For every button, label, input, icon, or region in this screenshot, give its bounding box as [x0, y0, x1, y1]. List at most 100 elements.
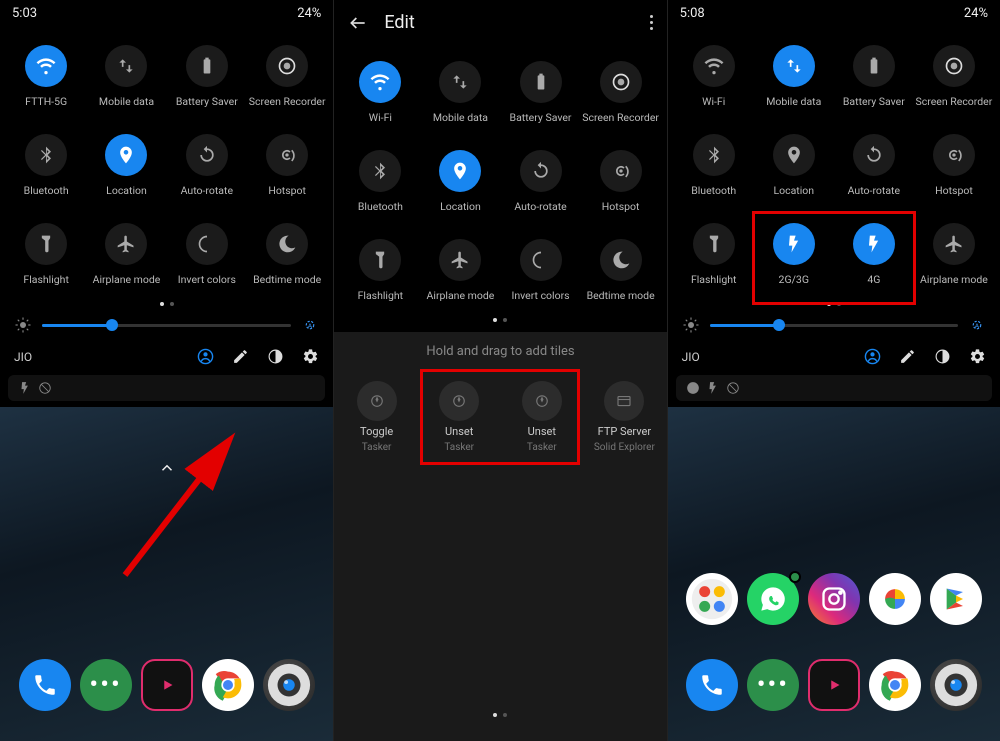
hotspot-icon	[933, 134, 975, 176]
app-phone[interactable]	[19, 659, 71, 711]
brightness-low-icon	[14, 316, 32, 334]
qs-tile-record[interactable]: Screen Recorder	[247, 45, 327, 108]
brightness-track[interactable]	[42, 324, 291, 327]
back-arrow-icon[interactable]	[348, 13, 368, 33]
qs-tile-label: Invert colors	[511, 289, 569, 302]
app-chrome[interactable]	[202, 659, 254, 711]
settings-gear-icon[interactable]	[302, 348, 319, 365]
theme-icon[interactable]	[934, 348, 951, 365]
qs-tile-battery[interactable]: Battery Saver	[500, 61, 580, 124]
app-messages[interactable]: •••	[747, 659, 799, 711]
add-tile-toggle[interactable]: ToggleTasker	[340, 375, 413, 459]
tasker-icon	[439, 381, 479, 421]
qs-tile-battery[interactable]: Battery Saver	[834, 45, 914, 108]
app-camera[interactable]	[263, 659, 315, 711]
qs-tile-data[interactable]: Mobile data	[754, 45, 834, 108]
user-switch-icon[interactable]	[197, 348, 214, 365]
qs-tile-data[interactable]: Mobile data	[86, 45, 166, 108]
status-bar: 5:03 24%	[0, 0, 333, 25]
qs-tile-label: Auto-rotate	[848, 184, 900, 197]
brightness-auto-icon[interactable]: A	[301, 316, 319, 334]
brightness-slider[interactable]: A	[0, 316, 333, 344]
settings-gear-icon[interactable]	[969, 348, 986, 365]
qs-tile-airplane[interactable]: Airplane mode	[420, 239, 500, 302]
brightness-auto-icon[interactable]: A	[968, 316, 986, 334]
qs-tile-airplane[interactable]: Airplane mode	[86, 223, 166, 286]
notification-strip[interactable]	[676, 375, 992, 401]
app-google-folder[interactable]	[686, 573, 738, 625]
qs-tile-bedtime[interactable]: Bedtime mode	[581, 239, 661, 302]
qs-tile-bolt[interactable]: 2G/3G	[754, 223, 834, 286]
tasker-icon	[357, 381, 397, 421]
qs-tile-location[interactable]: Location	[86, 134, 166, 197]
qs-tile-location[interactable]: Location	[754, 134, 834, 197]
qs-tile-bluetooth[interactable]: Bluetooth	[674, 134, 754, 197]
app-youtube[interactable]	[141, 659, 193, 711]
app-whatsapp[interactable]	[747, 573, 799, 625]
qs-tile-label: Auto-rotate	[181, 184, 233, 197]
qs-tile-hotspot[interactable]: Hotspot	[914, 134, 994, 197]
qs-tile-record[interactable]: Screen Recorder	[914, 45, 994, 108]
qs-tile-label: Airplane mode	[920, 273, 988, 286]
qs-tile-invert[interactable]: Invert colors	[167, 223, 247, 286]
app-photos[interactable]	[869, 573, 921, 625]
qs-tile-rotate[interactable]: Auto-rotate	[834, 134, 914, 197]
panel-quicksettings-2: 5:08 24% Wi-FiMobile dataBattery SaverSc…	[667, 0, 1000, 741]
record-icon	[266, 45, 308, 87]
app-chrome[interactable]	[869, 659, 921, 711]
app-camera[interactable]	[930, 659, 982, 711]
theme-icon[interactable]	[267, 348, 284, 365]
overflow-menu-icon[interactable]	[650, 15, 653, 30]
add-tile-sublabel: Solid Explorer	[594, 442, 655, 453]
chevron-up-icon[interactable]	[158, 459, 176, 477]
bedtime-icon	[600, 239, 642, 281]
app-phone[interactable]	[686, 659, 738, 711]
qs-tile-bluetooth[interactable]: Bluetooth	[6, 134, 86, 197]
home-launcher[interactable]: •••	[668, 407, 1000, 741]
brightness-slider[interactable]: A	[668, 316, 1000, 344]
qs-tile-flashlight[interactable]: Flashlight	[340, 239, 420, 302]
app-dock: •••	[0, 659, 333, 711]
app-youtube[interactable]	[808, 659, 860, 711]
home-launcher[interactable]: •••	[0, 407, 333, 741]
edit-pencil-icon[interactable]	[232, 348, 249, 365]
qs-tile-hotspot[interactable]: Hotspot	[581, 150, 661, 213]
battery-icon	[853, 45, 895, 87]
edit-pencil-icon[interactable]	[899, 348, 916, 365]
brightness-track[interactable]	[710, 324, 958, 327]
qs-tile-invert[interactable]: Invert colors	[500, 239, 580, 302]
qs-tile-bluetooth[interactable]: Bluetooth	[340, 150, 420, 213]
qs-tile-record[interactable]: Screen Recorder	[581, 61, 661, 124]
qs-tile-battery[interactable]: Battery Saver	[167, 45, 247, 108]
qs-tile-airplane[interactable]: Airplane mode	[914, 223, 994, 286]
data-icon	[773, 45, 815, 87]
add-tile-sublabel: Tasker	[362, 442, 392, 453]
qs-tile-bolt[interactable]: 4G	[834, 223, 914, 286]
add-tile-unset[interactable]: UnsetTasker	[423, 375, 496, 459]
qs-tile-label: FTTH-5G	[25, 95, 67, 108]
add-tile-unset[interactable]: UnsetTasker	[505, 375, 578, 459]
qs-tile-label: Location	[773, 184, 814, 197]
qs-tile-wifi[interactable]: Wi-Fi	[674, 45, 754, 108]
invert-icon	[186, 223, 228, 265]
qs-tile-label: Wi-Fi	[702, 95, 725, 108]
qs-tile-data[interactable]: Mobile data	[420, 61, 500, 124]
qs-tile-hotspot[interactable]: Hotspot	[247, 134, 327, 197]
qs-tile-wifi[interactable]: Wi-Fi	[340, 61, 420, 124]
qs-tile-label: 4G	[867, 273, 880, 286]
app-messages[interactable]: •••	[80, 659, 132, 711]
app-dock: •••	[668, 659, 1000, 711]
qs-tile-flashlight[interactable]: Flashlight	[6, 223, 86, 286]
qs-tile-wifi[interactable]: FTTH-5G	[6, 45, 86, 108]
app-instagram[interactable]	[808, 573, 860, 625]
qs-tile-flashlight[interactable]: Flashlight	[674, 223, 754, 286]
qs-tile-location[interactable]: Location	[420, 150, 500, 213]
qs-tile-rotate[interactable]: Auto-rotate	[500, 150, 580, 213]
qs-tile-bedtime[interactable]: Bedtime mode	[247, 223, 327, 286]
app-playstore[interactable]	[930, 573, 982, 625]
qs-tile-rotate[interactable]: Auto-rotate	[167, 134, 247, 197]
add-tile-ftp-server[interactable]: FTP ServerSolid Explorer	[588, 375, 661, 459]
notification-strip[interactable]	[8, 375, 325, 401]
user-switch-icon[interactable]	[864, 348, 881, 365]
qs-tiles-grid: FTTH-5G Mobile dataBattery SaverScreen Re…	[0, 25, 333, 286]
